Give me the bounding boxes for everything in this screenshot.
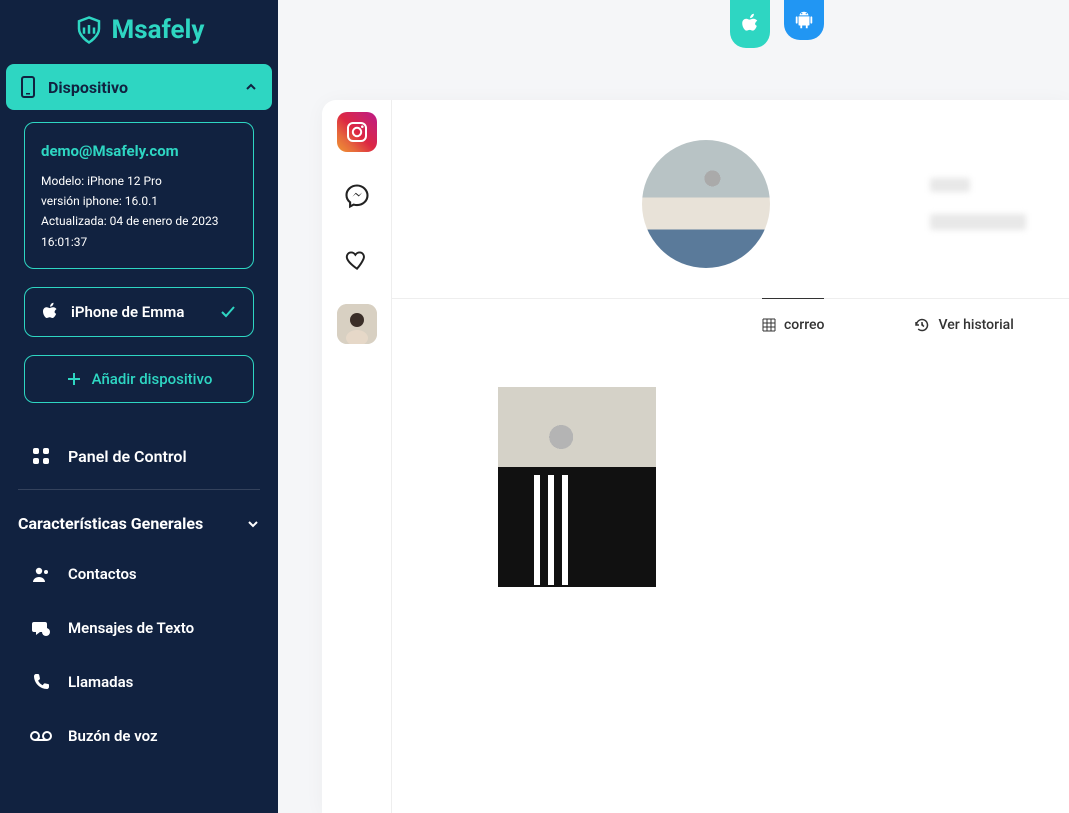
likes-tab[interactable] [337,240,377,280]
nav-text-messages[interactable]: Mensajes de Texto [0,601,278,655]
add-device-button[interactable]: Añadir dispositivo [24,355,254,403]
nav-calls[interactable]: Llamadas [0,655,278,709]
nav-calls-label: Llamadas [68,673,133,691]
profile-tabs: correo Ver historial [392,299,1069,347]
contacts-icon [30,563,52,585]
feed-post[interactable] [498,387,656,587]
chevron-up-icon [244,80,258,94]
grid-small-icon [762,318,776,332]
device-toggle-button[interactable]: Dispositivo [6,64,272,110]
instagram-tab[interactable] [337,112,377,152]
tab-history-label: Ver historial [938,317,1013,333]
brand-name: Msafely [111,15,204,45]
profile-area: correo Ver historial [392,100,1069,813]
nav-voicemail-label: Buzón de voz [68,727,158,745]
check-icon [219,303,237,321]
account-email: demo@Msafely.com [41,139,237,165]
profile-header [392,100,1069,299]
plus-icon [66,371,82,387]
device-selector[interactable]: iPhone de Emma [24,287,254,337]
platform-apple-button[interactable] [730,0,770,48]
content-panel: correo Ver historial [322,100,1069,813]
redacted-bar [930,214,1026,230]
divider [18,489,260,490]
tab-correo[interactable]: correo [762,298,824,333]
device-selector-label: iPhone de Emma [71,303,184,321]
nav-dashboard-label: Panel de Control [68,447,187,466]
history-icon [914,317,930,333]
apple-icon [41,302,59,322]
device-os-version: versión iphone: 16.0.1 [41,191,237,211]
platform-switch [730,0,824,48]
profile-name-redacted [930,178,1026,230]
messages-icon [30,617,52,639]
features-section-header[interactable]: Características Generales [0,500,278,547]
voicemail-icon [30,725,52,747]
device-info-card: demo@Msafely.com Modelo: iPhone 12 Pro v… [24,122,254,269]
brand-logo[interactable]: Msafely [0,14,278,46]
redacted-bar [930,178,970,192]
features-label: Características Generales [18,514,203,533]
tab-correo-label: correo [784,317,824,333]
nav-text-messages-label: Mensajes de Texto [68,619,194,637]
grid-icon [30,445,52,467]
device-updated: Actualizada: 04 de enero de 2023 16:01:3… [41,211,237,252]
profile-avatar[interactable] [642,140,770,268]
brand-mark-icon [73,14,105,46]
device-toggle-label: Dispositivo [48,78,128,97]
nav-voicemail[interactable]: Buzón de voz [0,709,278,763]
nav-contacts-label: Contactos [68,565,137,583]
main-area: correo Ver historial [278,0,1069,813]
device-icon [20,76,36,98]
add-device-label: Añadir dispositivo [92,370,213,388]
chevron-down-icon [246,517,260,531]
device-model: Modelo: iPhone 12 Pro [41,171,237,191]
feed-grid [392,347,1069,587]
social-icon-column [322,100,392,813]
nav-dashboard[interactable]: Panel de Control [0,429,278,483]
profile-tab[interactable] [337,304,377,344]
phone-icon [30,671,52,693]
sidebar: Msafely Dispositivo demo@Msafely.com Mod… [0,0,278,813]
nav-contacts[interactable]: Contactos [0,547,278,601]
messenger-tab[interactable] [337,176,377,216]
tab-history[interactable]: Ver historial [914,313,1013,333]
platform-android-button[interactable] [784,0,824,40]
